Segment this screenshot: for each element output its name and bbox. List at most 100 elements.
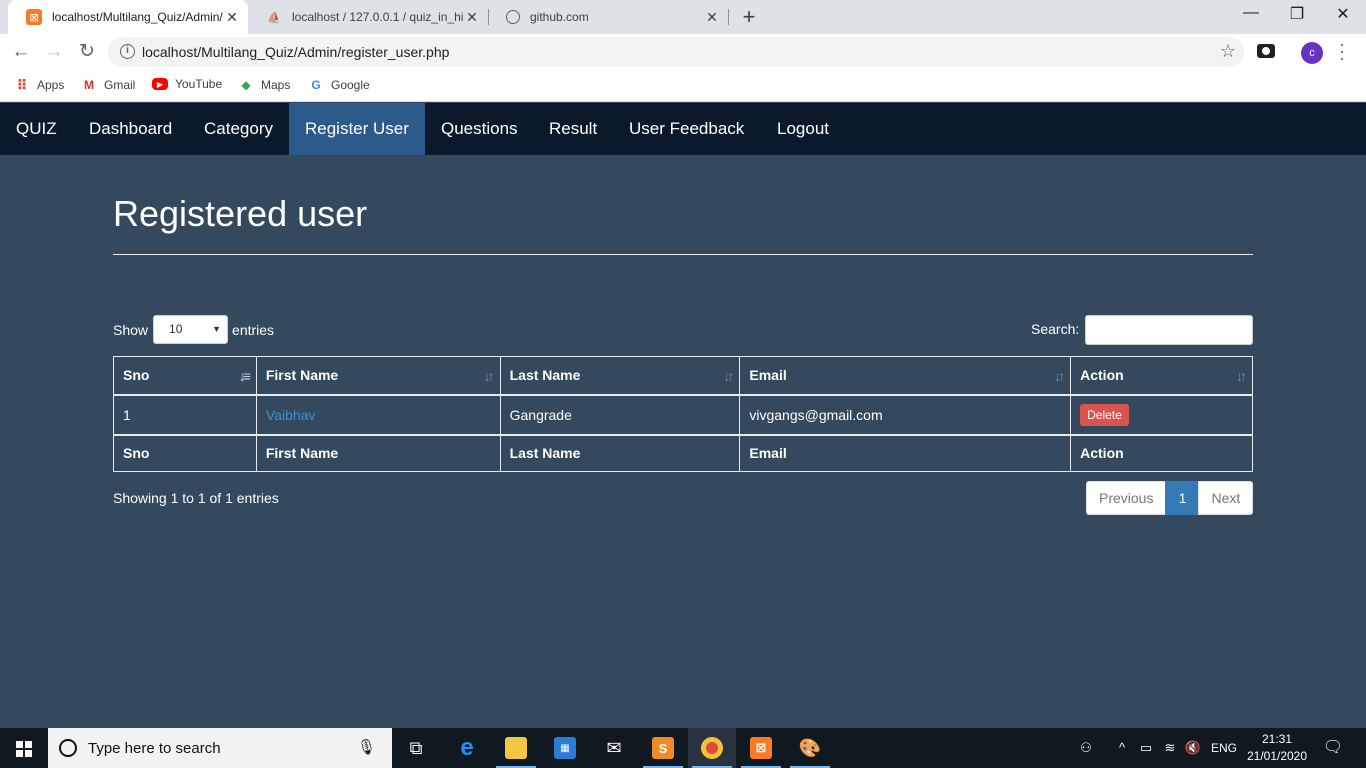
search-label: Search: bbox=[1031, 321, 1080, 337]
bookmark-gmail[interactable]: M Gmail bbox=[81, 77, 135, 93]
entries-select[interactable]: 10 ▼ bbox=[153, 315, 229, 344]
back-icon[interactable]: ← bbox=[8, 39, 34, 65]
previous-page-button[interactable]: Previous bbox=[1086, 481, 1167, 515]
nav-item-category[interactable]: Category bbox=[188, 103, 289, 155]
notifications-icon[interactable]: 🗨 bbox=[1320, 728, 1346, 768]
bookmarks-bar: ⠿ Apps M Gmail ▶ YouTube ◆ Maps G Google bbox=[0, 70, 1366, 102]
delete-button[interactable]: Delete bbox=[1080, 403, 1129, 426]
close-window-icon[interactable]: ✕ bbox=[1328, 4, 1358, 24]
sort-icon: ↓↑ bbox=[1236, 368, 1247, 384]
bookmark-youtube[interactable]: ▶ YouTube bbox=[152, 77, 222, 91]
pagination: Previous 1 Next bbox=[1086, 481, 1254, 515]
language-indicator[interactable]: ENG bbox=[1208, 728, 1240, 768]
entries-label: entries bbox=[232, 321, 275, 338]
cell-last-name: Gangrade bbox=[499, 394, 741, 435]
column-header-sno[interactable]: Sno ↓≡ bbox=[113, 356, 257, 396]
clock-time: 21:31 bbox=[1261, 732, 1293, 746]
browser-tab[interactable]: github.com ✕ bbox=[488, 0, 728, 34]
nav-item-register-user[interactable]: Register User bbox=[289, 103, 425, 155]
nav-item-result[interactable]: Result bbox=[533, 103, 613, 155]
address-bar[interactable]: i localhost/Multilang_Quiz/Admin/registe… bbox=[108, 37, 1244, 67]
phpmyadmin-icon: ⛵ bbox=[267, 11, 281, 24]
table-row: 1 Vaibhav Gangrade vivgangs@gmail.com De… bbox=[113, 394, 1253, 435]
bookmark-label: Apps bbox=[37, 78, 65, 92]
sublime-text-icon[interactable]: S bbox=[639, 728, 687, 768]
edge-icon[interactable]: e bbox=[443, 728, 491, 768]
youtube-icon: ▶ bbox=[152, 78, 168, 90]
bookmark-apps[interactable]: ⠿ Apps bbox=[14, 76, 65, 93]
google-icon: G bbox=[311, 78, 321, 92]
bookmark-star-icon[interactable]: ☆ bbox=[1220, 41, 1236, 62]
close-tab-icon[interactable]: ✕ bbox=[464, 9, 480, 26]
apps-grid-icon: ⠿ bbox=[16, 76, 28, 93]
user-name-link[interactable]: Vaibhav bbox=[266, 407, 316, 423]
profile-avatar[interactable]: c bbox=[1301, 42, 1323, 64]
show-hidden-icons-icon[interactable]: ^ bbox=[1112, 728, 1132, 768]
nav-brand[interactable]: QUIZ bbox=[0, 103, 73, 155]
close-tab-icon[interactable]: ✕ bbox=[224, 9, 240, 26]
cell-action: Delete bbox=[1070, 394, 1253, 435]
mail-icon[interactable]: ✉ bbox=[590, 728, 638, 768]
restore-icon[interactable]: ❐ bbox=[1282, 4, 1312, 24]
url-text[interactable]: localhost/Multilang_Quiz/Admin/register_… bbox=[142, 44, 449, 60]
browser-tab[interactable]: ⛵ localhost / 127.0.0.1 / quiz_in_hin ✕ bbox=[248, 0, 488, 34]
taskbar-clock[interactable]: 21:31 21/01/2020 bbox=[1246, 731, 1308, 765]
xampp-icon: ⊠ bbox=[26, 9, 42, 25]
forward-icon[interactable]: → bbox=[41, 39, 67, 65]
taskbar-search[interactable]: Type here to search 🎙 bbox=[48, 728, 392, 768]
page-1-button[interactable]: 1 bbox=[1165, 481, 1200, 515]
browser-tab-active[interactable]: ⊠ localhost/Multilang_Quiz/Admin/ ✕ bbox=[8, 0, 248, 34]
browser-tab-strip: ⊠ localhost/Multilang_Quiz/Admin/ ✕ ⛵ lo… bbox=[0, 0, 1366, 34]
task-view-icon[interactable]: ⧉ bbox=[392, 728, 440, 768]
sort-ascending-icon: ↓≡ bbox=[238, 368, 251, 384]
users-table: Sno ↓≡ First Name ↓↑ Last Name ↓↑ Email ↓↑ A… bbox=[113, 356, 1253, 472]
site-info-icon[interactable]: i bbox=[120, 44, 135, 59]
column-header-last-name[interactable]: Last Name ↓↑ bbox=[499, 356, 741, 396]
start-button[interactable] bbox=[0, 728, 48, 768]
nav-item-dashboard[interactable]: Dashboard bbox=[73, 103, 188, 155]
column-header-action[interactable]: Action ↓↑ bbox=[1070, 356, 1253, 396]
search-input[interactable] bbox=[1085, 315, 1253, 345]
volume-muted-icon[interactable]: 🔇 bbox=[1183, 728, 1203, 768]
nav-item-logout[interactable]: Logout bbox=[761, 103, 845, 155]
microphone-icon[interactable]: 🎙 bbox=[357, 738, 376, 756]
column-header-label: First Name bbox=[265, 367, 339, 384]
next-page-button[interactable]: Next bbox=[1198, 481, 1254, 515]
cortana-icon bbox=[59, 739, 77, 757]
paint-icon[interactable]: 🎨 bbox=[786, 728, 834, 768]
store-icon[interactable]: ▦ bbox=[541, 728, 589, 768]
menu-kebab-icon[interactable]: · · · bbox=[1336, 35, 1348, 67]
column-header-email[interactable]: Email ↓↑ bbox=[739, 356, 1072, 396]
column-header-label: Email bbox=[749, 367, 787, 384]
new-tab-icon[interactable]: + bbox=[737, 4, 761, 30]
chrome-icon[interactable] bbox=[688, 728, 736, 768]
sort-icon: ↓↑ bbox=[483, 368, 495, 384]
nav-item-user-feedback[interactable]: User Feedback bbox=[613, 103, 760, 155]
sort-icon: ↓↑ bbox=[723, 368, 734, 384]
xampp-icon[interactable]: ⊠ bbox=[737, 728, 785, 768]
column-header-label: Last Name bbox=[509, 367, 581, 384]
reload-icon[interactable]: ↻ bbox=[74, 39, 100, 65]
nav-item-questions[interactable]: Questions bbox=[425, 103, 534, 155]
table-footer-row: Sno First Name Last Name Email Action bbox=[113, 433, 1253, 472]
footer-cell: Email bbox=[739, 433, 1072, 472]
close-tab-icon[interactable]: ✕ bbox=[704, 9, 720, 26]
footer-cell: Last Name bbox=[499, 433, 741, 472]
tab-title: localhost / 127.0.0.1 / quiz_in_hin bbox=[292, 10, 464, 24]
minimize-icon[interactable]: — bbox=[1236, 4, 1266, 22]
wifi-icon[interactable]: ≋ bbox=[1160, 728, 1180, 768]
tab-title: github.com bbox=[530, 10, 589, 24]
table-info: Showing 1 to 1 of 1 entries bbox=[113, 490, 279, 506]
sort-icon: ↓↑ bbox=[1054, 368, 1065, 384]
file-explorer-icon[interactable] bbox=[492, 728, 540, 768]
table-header-row: Sno ↓≡ First Name ↓↑ Last Name ↓↑ Email ↓↑ A… bbox=[113, 356, 1253, 396]
camera-icon[interactable] bbox=[1257, 44, 1275, 58]
people-icon[interactable]: ⚇ bbox=[1074, 728, 1098, 768]
bookmark-google[interactable]: G Google bbox=[308, 77, 369, 93]
gmail-icon: M bbox=[84, 78, 94, 92]
browser-toolbar: ← → ↻ i localhost/Multilang_Quiz/Admin/r… bbox=[0, 34, 1366, 70]
battery-icon[interactable]: ▭ bbox=[1136, 728, 1156, 768]
column-header-first-name[interactable]: First Name ↓↑ bbox=[255, 356, 501, 396]
bookmark-maps[interactable]: ◆ Maps bbox=[238, 77, 290, 93]
cell-first-name: Vaibhav bbox=[255, 394, 501, 435]
